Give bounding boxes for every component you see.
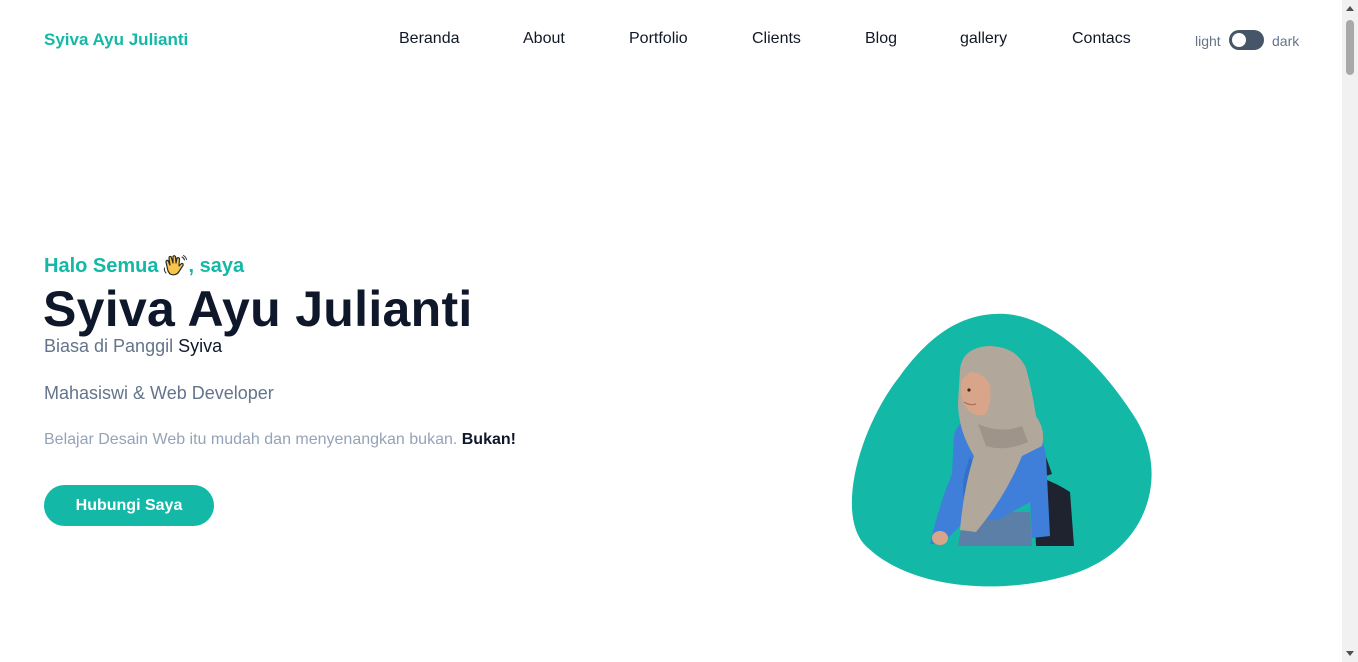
nav-item-about[interactable]: About [523, 30, 565, 48]
page: Syiva Ayu Julianti Beranda About Portfol… [0, 0, 1358, 662]
nav-item-blog[interactable]: Blog [865, 30, 897, 48]
header: Syiva Ayu Julianti Beranda About Portfol… [0, 0, 1342, 80]
nav-item-clients[interactable]: Clients [752, 30, 801, 48]
brand-logo[interactable]: Syiva Ayu Julianti [44, 30, 188, 50]
theme-toggle-switch[interactable] [1229, 30, 1264, 50]
waving-hand-icon [164, 255, 188, 276]
nav-item-portfolio[interactable]: Portfolio [629, 30, 688, 48]
tagline-text: Belajar Desain Web itu mudah dan menyena… [44, 431, 462, 448]
hero-greeting: Halo Semua , saya [44, 254, 244, 278]
toggle-knob [1232, 33, 1246, 47]
contact-button[interactable]: Hubungi Saya [44, 485, 214, 526]
scroll-up-arrow-icon[interactable] [1346, 6, 1354, 11]
nickname-value: Syiva [178, 336, 223, 356]
greeting-suffix: , saya [188, 255, 245, 277]
nav-item-contacs[interactable]: Contacs [1072, 30, 1131, 48]
scroll-down-arrow-icon[interactable] [1346, 651, 1354, 656]
hero-tagline: Belajar Desain Web itu mudah dan menyena… [44, 431, 516, 449]
scrollbar[interactable] [1342, 0, 1358, 662]
tagline-emphasis: Bukan! [461, 431, 516, 448]
hero-name: Syiva Ayu Julianti [43, 281, 473, 337]
hero-nickname: Biasa di Panggil Syiva [44, 336, 222, 357]
nav-item-gallery[interactable]: gallery [960, 30, 1007, 48]
hero-role: Mahasiswi & Web Developer [44, 383, 274, 403]
profile-illustration [851, 313, 1152, 587]
scrollbar-thumb[interactable] [1346, 20, 1354, 75]
nickname-prefix: Biasa di Panggil [44, 336, 179, 356]
greeting-text: Halo Semua [44, 255, 159, 277]
theme-dark-label: dark [1272, 33, 1300, 49]
theme-light-label: light [1195, 33, 1221, 49]
nav-item-beranda[interactable]: Beranda [399, 30, 460, 48]
